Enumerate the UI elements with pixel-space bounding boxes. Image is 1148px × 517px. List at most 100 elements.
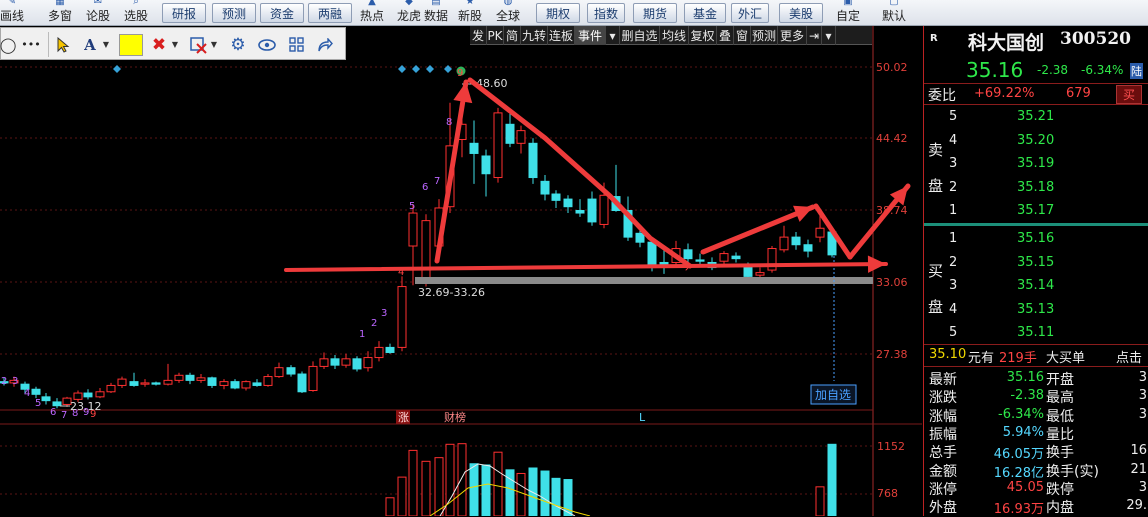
more-tools-button[interactable]: ••• [17, 28, 45, 61]
candle-body [219, 381, 229, 386]
default-icon: ▢ [889, 0, 899, 7]
circle-icon[interactable]: ◯ [0, 28, 16, 61]
toolbar-item-a3[interactable]: ⌕ 选股 [118, 0, 154, 26]
toolbar-button-b5[interactable]: 美股 [779, 3, 823, 23]
bids-price[interactable]: 35.11 [1017, 325, 1054, 340]
toolbar-button-b1[interactable]: 指数 [587, 3, 625, 23]
candle-body [587, 198, 597, 223]
tab-6[interactable]: ▾ [606, 26, 620, 45]
toolbar-item-c1[interactable]: ▢ 默认 [876, 0, 912, 26]
toolbar-item-c0[interactable]: ▣ 自定 [830, 0, 866, 26]
asks-price[interactable]: 35.17 [1017, 203, 1054, 218]
volume-bar [540, 470, 550, 516]
color-picker-button[interactable] [117, 28, 145, 61]
volume-bar [481, 464, 491, 516]
toolbar-item-b3[interactable]: ★ 新股 [452, 0, 488, 26]
stat-label: 涨停 [929, 481, 957, 498]
tab-8[interactable]: 均线 [660, 26, 689, 45]
delete-icon[interactable]: ✖ [148, 28, 170, 61]
asks-price[interactable]: 35.21 [1017, 109, 1054, 124]
tab-10[interactable]: 叠 [717, 26, 734, 45]
chevron-down-icon[interactable]: ▼ [209, 28, 219, 61]
tab-5[interactable]: 事件 [575, 26, 606, 45]
text-tool-button[interactable]: A [79, 28, 101, 61]
tab-9[interactable]: 复权 [689, 26, 717, 45]
bids-price[interactable]: 35.16 [1017, 231, 1054, 246]
volume-bar [516, 472, 526, 516]
clear-drawings-icon[interactable] [187, 28, 209, 61]
toolbar-button-b4[interactable]: 外汇 [731, 3, 769, 23]
gear-icon[interactable]: ⚙ [227, 28, 249, 61]
stat-value: 21 [1130, 461, 1147, 477]
asks-price[interactable]: 35.18 [1017, 180, 1054, 195]
bids-price[interactable]: 35.14 [1017, 278, 1054, 293]
price-axis-label: 33.06 [876, 276, 908, 289]
toolbar-button-b3[interactable]: 基金 [684, 3, 726, 23]
toolbar-button-a3[interactable]: 两融 [308, 3, 352, 23]
toolbar-button-a0[interactable]: 研报 [162, 3, 206, 23]
toolbar-item-a0[interactable]: ✎ 画线 [0, 0, 30, 26]
buy-badge[interactable]: 买 [1116, 85, 1143, 104]
toolbar-button-b0[interactable]: 期权 [536, 3, 580, 23]
globe-icon: ◍ [503, 0, 513, 7]
candle-body [31, 388, 41, 395]
tab-3[interactable]: 九转 [521, 26, 548, 45]
tab-13[interactable]: 更多 [778, 26, 807, 45]
add-watch-label[interactable]: 加自选 [815, 388, 851, 402]
tab-12[interactable]: 预测 [751, 26, 778, 45]
toolbar-item-a2[interactable]: ✉ 论股 [80, 0, 116, 26]
toolbar-button-a1[interactable]: 预测 [212, 3, 256, 23]
bigorder-link[interactable]: 点击 [1116, 347, 1142, 366]
sell-side-label-2: 盘 [928, 177, 944, 195]
cursor-icon[interactable] [53, 28, 73, 61]
candle-body [815, 227, 825, 238]
bids-price[interactable]: 35.15 [1017, 255, 1054, 270]
stat-value: 29. [1126, 498, 1147, 514]
tab-7[interactable]: 删自选 [620, 26, 660, 45]
toolbar-button-b2[interactable]: 期货 [633, 3, 677, 23]
stat-value: 16.93万 [993, 502, 1044, 517]
stat-label: 涨幅 [929, 408, 957, 425]
share-icon[interactable] [313, 28, 337, 61]
tab-11[interactable]: 窗 [734, 26, 751, 45]
stat-label: 跌停 [1046, 481, 1074, 498]
candle-body [469, 142, 479, 154]
stat-label: 最新 [929, 372, 957, 388]
custom-icon: ▣ [843, 0, 853, 7]
count-label: 6 [422, 182, 428, 193]
count-label: 6 [50, 407, 56, 418]
tab-0[interactable]: 发 [470, 26, 487, 45]
candle-body [151, 382, 161, 385]
bids-price[interactable]: 35.13 [1017, 302, 1054, 317]
tab-15[interactable]: ▾ [822, 26, 836, 45]
toolbar-item-b4[interactable]: ◍ 全球 [490, 0, 526, 26]
toolbar-item-b0[interactable]: ▲ 热点 [354, 0, 390, 26]
toolbar-item-a1[interactable]: ▦ 多窗 [42, 0, 78, 26]
tab-2[interactable]: 简 [504, 26, 521, 45]
asks-price[interactable]: 35.20 [1017, 133, 1054, 148]
new-icon: ★ [465, 0, 475, 7]
chat-icon: ✉ [93, 0, 103, 7]
price-axis-label: 50.02 [876, 61, 908, 74]
stat-value: 3 [1138, 388, 1147, 404]
pen-icon: ✎ [7, 0, 17, 7]
toolbar-item-b2[interactable]: ▤ 数据 [418, 0, 454, 26]
tab-4[interactable]: 连板 [548, 26, 575, 45]
bigorder-price: 35.10 [929, 347, 967, 362]
chevron-down-icon[interactable]: ▼ [101, 28, 111, 61]
asks-level: 2 [949, 179, 958, 195]
chevron-down-icon[interactable]: ▼ [170, 28, 180, 61]
layout-grid-icon[interactable] [284, 28, 308, 61]
asks-price[interactable]: 35.19 [1017, 156, 1054, 171]
price-change: -2.38 [1037, 63, 1069, 77]
tab-14[interactable]: ⇥ [807, 26, 822, 45]
toolbar-item-label: 自定 [835, 9, 860, 23]
stat-value: 45.05 [1006, 479, 1044, 495]
kline-chart[interactable]: 50.0244.4238.7433.0627.38涨 财榜 L11527682 345… [0, 26, 922, 516]
eye-icon[interactable] [255, 28, 279, 61]
toolbar-button-a2[interactable]: 资金 [260, 3, 304, 23]
volume-bar [408, 449, 418, 516]
tab-1[interactable]: PK [487, 26, 504, 45]
bigorder-qty: 219手 [999, 351, 1037, 366]
stat-label: 总手 [929, 445, 957, 462]
